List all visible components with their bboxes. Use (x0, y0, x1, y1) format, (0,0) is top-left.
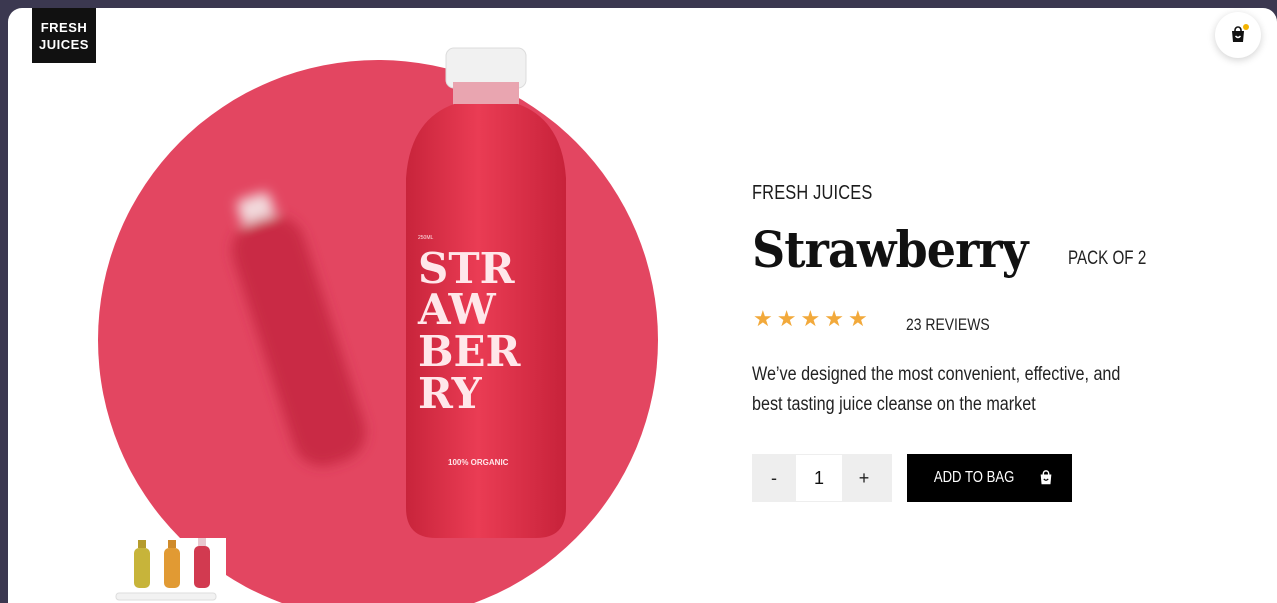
product-image: 250ML STR AW BER RY 100% ORGANIC (232, 47, 566, 538)
star-icon: ★ (800, 306, 821, 331)
background-bottle (232, 192, 366, 467)
star-icon: ★ (847, 306, 868, 331)
add-to-bag-label: ADD TO BAG (934, 469, 1015, 486)
rating-stars: ★ ★ ★ ★ ★ (753, 308, 868, 330)
bottle-label-line-4: RY (418, 369, 483, 418)
pack-size: PACK OF 2 (1068, 248, 1147, 269)
reviews-link[interactable]: 23 REVIEWS (906, 315, 990, 335)
bottle-organic-label: 100% ORGANIC (448, 458, 509, 467)
svg-text:250ML: 250ML (418, 235, 434, 241)
product-category: FRESH JUICES (752, 182, 873, 204)
quantity-input[interactable]: 1 (796, 454, 842, 502)
product-description: We’ve designed the most convenient, effe… (752, 364, 1121, 415)
star-icon: ★ (753, 306, 773, 331)
cart-badge-dot (1243, 24, 1249, 30)
decrease-quantity-button[interactable]: - (752, 454, 796, 502)
cart-button[interactable] (1215, 12, 1261, 58)
star-icon: ★ (776, 306, 797, 331)
product-title: Strawberry (752, 220, 1028, 279)
quantity-stepper: - 1 + (752, 454, 892, 502)
shopping-bag-icon (1040, 470, 1051, 485)
product-card: FRESH JUICES 250ML STR AW BER RY 100% OR… (8, 8, 1277, 603)
product-thumbnail[interactable] (106, 538, 226, 603)
add-to-bag-button[interactable]: ADD TO BAG (907, 454, 1072, 502)
main-bottle: 250ML STR AW BER RY 100% ORGANIC (406, 47, 566, 538)
star-icon: ★ (824, 306, 844, 331)
increase-quantity-button[interactable]: + (842, 454, 886, 502)
